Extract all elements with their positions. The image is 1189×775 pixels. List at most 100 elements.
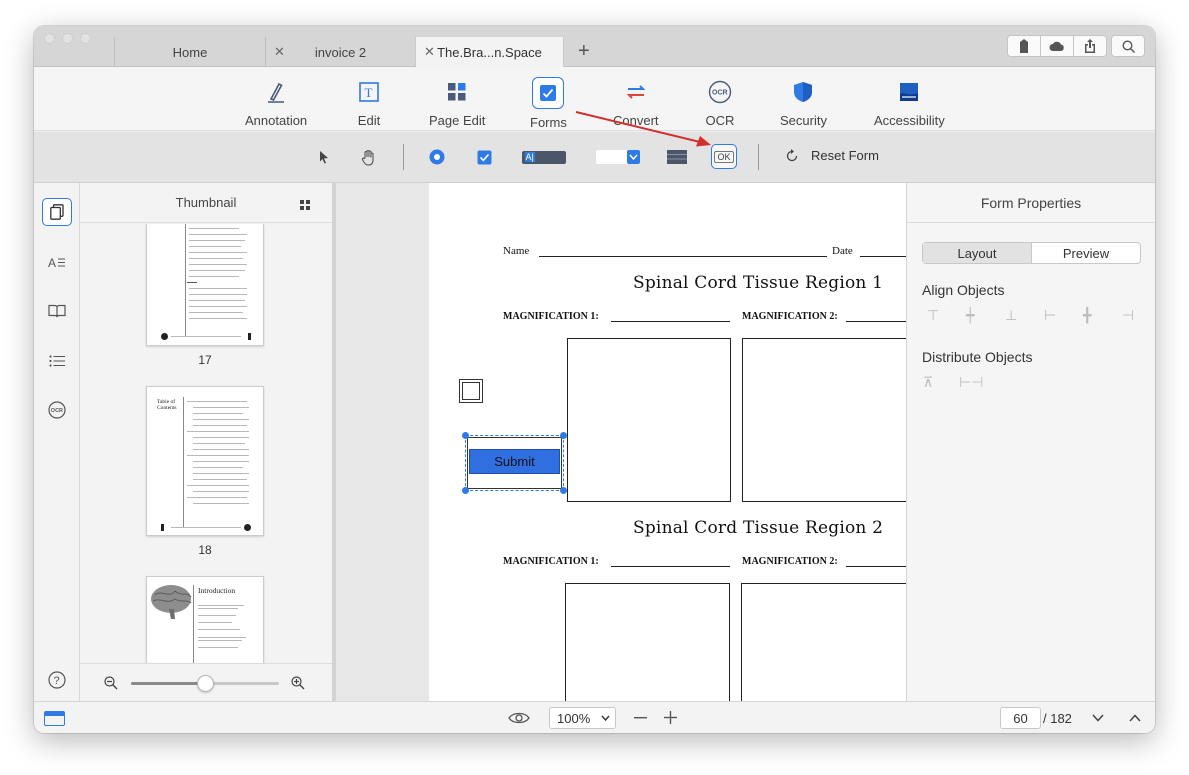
cursor-arrow-icon	[320, 151, 328, 164]
svg-text:OCR: OCR	[51, 408, 63, 414]
page-number: 17	[198, 353, 212, 367]
close-window-button[interactable]	[44, 33, 55, 44]
search-button[interactable]	[1111, 35, 1145, 57]
document-viewport[interactable]: Name Date Spinal Cord Tissue Region 1 MA…	[336, 183, 906, 701]
align-horizontal-center-icon[interactable]: ╋	[1083, 307, 1122, 324]
radio-button-tool[interactable]	[428, 146, 446, 168]
ocr-toggle[interactable]: OCR	[42, 396, 72, 424]
list-box-icon	[667, 150, 687, 164]
page-thumbnail-19[interactable]: Introduction	[146, 576, 264, 664]
resize-handle[interactable]	[560, 432, 567, 439]
magnification-1-line	[611, 321, 730, 322]
thumbnail-panel: Thumbnail 17 Table of Contents 18 Introd…	[80, 183, 332, 701]
tab-home[interactable]: Home	[114, 37, 265, 67]
page-thumbnail-18[interactable]: Table of Contents	[146, 386, 264, 536]
select-tool[interactable]	[316, 146, 332, 168]
tab-label: Home	[172, 44, 208, 60]
thumbnails-toggle[interactable]	[42, 198, 72, 226]
tab-document[interactable]: ✕ The.Bra...n.Space	[415, 37, 564, 67]
align-left-icon[interactable]: ⊢	[1044, 307, 1083, 324]
zoom-in-button[interactable]	[664, 711, 677, 724]
minimize-window-button[interactable]	[62, 33, 73, 44]
svg-text:T: T	[365, 85, 373, 100]
distribute-horizontal-icon[interactable]: ⊢⊣	[959, 374, 998, 391]
align-buttons: ⊤ ┿ ⊥ ⊢ ╋ ⊣	[927, 307, 1155, 324]
tag-button[interactable]	[1007, 35, 1041, 57]
tool-label: Forms	[530, 115, 567, 130]
align-vertical-center-icon[interactable]: ┿	[966, 307, 1005, 324]
page-number-input[interactable]: 60	[1000, 707, 1041, 729]
zoom-window-button[interactable]	[80, 33, 91, 44]
distribute-vertical-icon[interactable]: ⊼	[923, 374, 959, 391]
list-toggle[interactable]	[42, 347, 72, 375]
region-2-title: Spinal Cord Tissue Region 2	[633, 518, 884, 538]
share-button[interactable]	[1073, 35, 1107, 57]
align-top-icon[interactable]: ⊤	[927, 307, 966, 324]
close-icon[interactable]: ✕	[424, 44, 435, 60]
sidebar-toggle[interactable]	[44, 711, 65, 726]
magnification-2-line	[846, 566, 906, 567]
hand-tool[interactable]	[360, 146, 378, 168]
checkbox-tool[interactable]	[475, 146, 493, 168]
resize-handle[interactable]	[462, 487, 469, 494]
zoom-select[interactable]: 100%	[549, 707, 616, 729]
align-bottom-icon[interactable]: ⊥	[1005, 307, 1044, 324]
tab-label: invoice 2	[314, 44, 367, 60]
tab-preview[interactable]: Preview	[1032, 243, 1140, 263]
total-pages: / 182	[1043, 711, 1072, 726]
chevron-down-icon[interactable]	[1092, 714, 1104, 722]
toolbar-divider	[758, 144, 759, 170]
outline-icon: A	[48, 256, 65, 269]
tool-label: Page Edit	[429, 113, 486, 128]
tool-page-edit[interactable]: Page Edit	[429, 77, 485, 128]
tool-forms[interactable]: Forms	[530, 77, 567, 130]
tag-icon	[1020, 39, 1028, 53]
checkbox-field[interactable]	[459, 379, 483, 403]
text-edit-icon: T	[359, 82, 379, 102]
ocr-icon: OCR	[48, 401, 66, 419]
grid-icon	[300, 200, 310, 210]
date-label: Date	[832, 245, 853, 257]
search-icon	[1121, 39, 1135, 53]
reset-form-label: Reset Form	[811, 148, 879, 163]
dropdown-icon	[596, 150, 640, 164]
thumbnail-size-slider[interactable]	[131, 675, 279, 692]
resize-handle[interactable]	[560, 487, 567, 494]
zoom-in-icon[interactable]	[291, 676, 305, 690]
tool-edit[interactable]: T Edit	[354, 77, 384, 128]
chevron-up-icon[interactable]	[1129, 714, 1141, 722]
submit-button-selection[interactable]: Submit	[462, 432, 567, 494]
cloud-button[interactable]	[1040, 35, 1074, 57]
zoom-out-icon[interactable]	[104, 676, 118, 690]
name-label: Name	[503, 245, 530, 257]
text-field-icon: A|	[521, 150, 566, 164]
tool-annotation[interactable]: Annotation	[245, 77, 307, 128]
new-tab-button[interactable]: +	[578, 40, 590, 63]
text-field-tool[interactable]: A|	[521, 146, 566, 168]
svg-text:OCR: OCR	[712, 90, 728, 97]
tool-accessibility[interactable]: Accessibility	[874, 77, 945, 128]
align-right-icon[interactable]: ⊣	[1122, 307, 1155, 324]
slider-thumb[interactable]	[197, 675, 214, 692]
grid-view-button[interactable]	[300, 197, 310, 215]
slider-fill	[131, 682, 206, 685]
reset-form-button[interactable]: Reset Form	[786, 148, 879, 163]
zoom-out-button[interactable]	[634, 717, 647, 719]
close-icon[interactable]: ✕	[274, 44, 285, 60]
magnification-1-label: MAGNIFICATION 1:	[503, 311, 599, 322]
page-thumbnail-17[interactable]	[146, 224, 264, 346]
submit-button[interactable]: Submit	[469, 449, 560, 474]
resize-handle[interactable]	[462, 432, 469, 439]
image-box-3	[565, 583, 730, 701]
help-button[interactable]: ?	[42, 666, 72, 694]
tab-layout[interactable]: Layout	[923, 243, 1032, 263]
form-properties-panel: Form Properties Layout Preview Align Obj…	[906, 183, 1155, 701]
cloud-icon	[1049, 41, 1064, 51]
eye-icon[interactable]	[508, 711, 530, 725]
tab-invoice-2[interactable]: ✕ invoice 2	[265, 37, 415, 67]
tool-security[interactable]: Security	[780, 77, 827, 128]
button-field-tool[interactable]: OK	[711, 144, 737, 169]
bookmarks-toggle[interactable]	[42, 297, 72, 325]
checkbox-icon	[540, 85, 557, 101]
outline-toggle[interactable]: A	[42, 248, 72, 276]
